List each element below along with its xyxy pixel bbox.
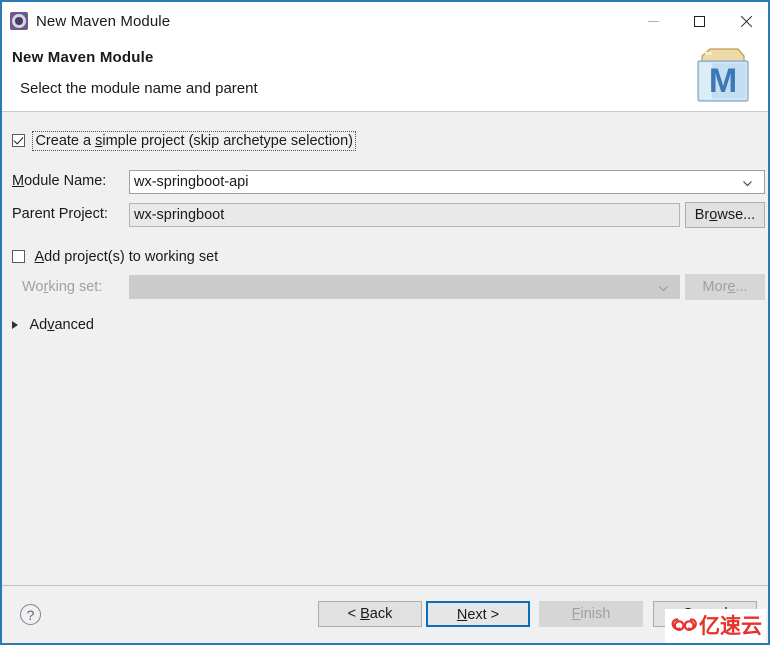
title-bar: New Maven Module: [2, 2, 768, 40]
dialog-button-bar: ? < Back Next > Finish Cancel: [2, 585, 768, 643]
window-title: New Maven Module: [36, 12, 171, 30]
browse-button[interactable]: Browse...: [685, 202, 765, 228]
wizard-body: Create a simple project (skip archetype …: [2, 112, 768, 585]
working-set-label: Working set:: [22, 279, 103, 295]
simple-project-row[interactable]: Create a simple project (skip archetype …: [12, 130, 356, 151]
svg-text:M: M: [709, 62, 737, 100]
parent-project-input[interactable]: wx-springboot: [129, 203, 680, 227]
add-working-set-row[interactable]: Add project(s) to working set: [12, 248, 218, 266]
parent-project-label: Parent Project:: [12, 206, 108, 222]
maven-folder-logo: M: [697, 48, 749, 102]
chevron-right-icon: [12, 320, 18, 329]
advanced-section-toggle[interactable]: Advanced: [12, 316, 94, 334]
add-working-set-label: Add project(s) to working set: [34, 248, 219, 265]
close-icon: [739, 15, 752, 28]
simple-project-label: Create a simple project (skip archetype …: [32, 130, 356, 151]
maven-module-icon: [10, 12, 28, 30]
watermark-text: 亿速云: [699, 613, 762, 638]
window-controls: [630, 2, 768, 40]
maximize-icon: [693, 15, 705, 27]
cloud-logo-icon: [671, 618, 697, 632]
help-button[interactable]: ?: [20, 604, 41, 625]
wizard-description: Select the module name and parent: [20, 80, 258, 97]
wizard-title: New Maven Module: [12, 49, 154, 66]
back-button[interactable]: < Back: [318, 601, 422, 627]
advanced-label: Advanced: [29, 316, 94, 333]
finish-button: Finish: [539, 601, 643, 627]
maximize-button[interactable]: [676, 2, 722, 40]
watermark: 亿速云: [665, 609, 766, 643]
module-name-label: Module Name:: [12, 173, 107, 189]
more-button: More...: [685, 274, 765, 300]
module-name-row: Module Name: wx-springboot-api: [2, 170, 768, 198]
dialog-window: New Maven Module New Maven Module Select…: [0, 0, 770, 645]
wizard-header: New Maven Module Select the module name …: [2, 40, 768, 112]
chevron-down-icon[interactable]: [742, 178, 753, 189]
icon-core: [15, 17, 23, 25]
module-name-combo[interactable]: wx-springboot-api: [129, 170, 765, 194]
working-set-row: Working set: More...: [2, 274, 768, 303]
minimize-button[interactable]: [630, 2, 676, 40]
simple-project-checkbox[interactable]: [12, 134, 25, 148]
minimize-icon: [647, 20, 659, 22]
parent-project-value: wx-springboot: [134, 207, 225, 223]
next-button[interactable]: Next >: [426, 601, 530, 627]
module-name-value: wx-springboot-api: [134, 174, 249, 190]
working-set-chevron-down-icon: [659, 286, 668, 292]
working-set-combo: [129, 275, 680, 299]
add-working-set-checkbox[interactable]: [12, 250, 25, 264]
parent-project-row: Parent Project: wx-springboot Browse...: [2, 202, 768, 231]
close-button[interactable]: [722, 2, 768, 40]
